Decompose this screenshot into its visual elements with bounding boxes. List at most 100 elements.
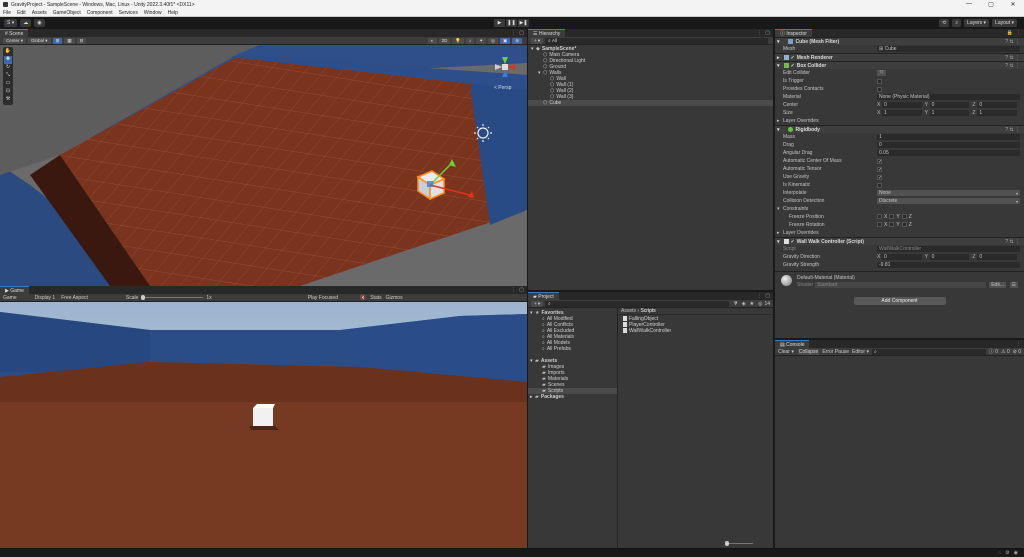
game-viewport[interactable] [0, 302, 527, 548]
filter-icon[interactable]: ⧩ [733, 301, 737, 307]
rb-layer-overrides-row[interactable]: ▸ Layer Overrides [775, 229, 1024, 237]
space-dropdown[interactable]: Global ▾ [28, 37, 51, 44]
game-mode-dropdown[interactable]: Game [3, 295, 17, 301]
error-pause-button[interactable]: Error Pause [822, 349, 849, 355]
foldout-arrow-icon[interactable]: ▾ [777, 63, 780, 69]
step-button[interactable]: ▶❚ [518, 19, 529, 27]
persp-label[interactable]: < Persp [494, 85, 511, 91]
breadcrumb-scripts[interactable]: Scripts [640, 308, 655, 314]
transform-tool-icon[interactable]: ⊡ [4, 88, 12, 96]
mesh-renderer-header[interactable]: ▸ ✓ Mesh Renderer ? ⇅ ⋮ [775, 53, 1024, 61]
scale-slider-thumb[interactable] [141, 295, 146, 300]
menu-assets[interactable]: Assets [32, 10, 47, 16]
freeze-rot-z-checkbox[interactable] [901, 222, 907, 227]
constraints-row[interactable]: ▾ Constraints [775, 205, 1024, 213]
edit-collider-icon[interactable]: ⤧ [877, 70, 886, 76]
tab-project[interactable]: ▰ Project [528, 292, 559, 300]
mute-audio-icon[interactable]: 🔇 [360, 295, 366, 301]
grid-snap-icon[interactable]: ⊞ [52, 37, 63, 44]
gdir-y-field[interactable]: 0 [929, 254, 970, 260]
lock-icon[interactable]: 🔒 [1007, 30, 1013, 36]
scale-slider[interactable] [141, 295, 204, 300]
hand-tool-icon[interactable]: ✋ [4, 48, 12, 56]
add-component-button[interactable]: Add Component [853, 297, 946, 305]
foldout-arrow-icon[interactable]: ▾ [777, 239, 780, 245]
audio-icon[interactable]: ♪ [465, 37, 475, 44]
maximize-button[interactable]: ▢ [980, 1, 1002, 8]
menu-services[interactable]: Services [119, 10, 138, 16]
grid-icon[interactable]: ▦ [64, 37, 75, 44]
script-file-item[interactable]: WallWalkController [623, 328, 769, 334]
collision-dropdown[interactable]: Discrete [877, 198, 1020, 204]
component-controls[interactable]: ? ⇅ ⋮ [1005, 63, 1020, 69]
collapse-button[interactable]: Collapse [797, 348, 820, 355]
menu-edit[interactable]: Edit [17, 10, 26, 16]
menu-file[interactable]: File [3, 10, 11, 16]
hierarchy-search-input[interactable]: ⌕ All [545, 37, 768, 44]
console-log-area[interactable] [775, 356, 1024, 548]
rigidbody-header[interactable]: ▾ Rigidbody ? ⇅ ⋮ [775, 125, 1024, 133]
more-icon[interactable]: ⋮ [1016, 341, 1021, 347]
center-y-field[interactable]: 0 [929, 102, 970, 108]
more-icon[interactable]: ⋮ [1016, 30, 1021, 36]
label-icon[interactable]: ◈ [742, 301, 746, 307]
auto-tensor-checkbox[interactable]: ✓ [877, 166, 882, 172]
wall-walk-header[interactable]: ▾ ✓ Wall Walk Controller (Script) ? ⇅ ⋮ [775, 237, 1024, 245]
gizmos-icon[interactable]: ⊕ [512, 37, 522, 44]
stats-button[interactable]: Stats [370, 295, 381, 301]
editor-dropdown[interactable]: Editor ▾ [852, 349, 869, 355]
tab-scene[interactable]: # Scene [0, 29, 29, 37]
freeze-rot-y-checkbox[interactable] [889, 222, 895, 227]
console-search-input[interactable]: ⌕ [871, 348, 986, 355]
angular-drag-field[interactable]: 0.05 [877, 150, 1020, 156]
display-dropdown[interactable]: Display 1 [35, 295, 56, 301]
shader-list-button[interactable]: ☰ [1009, 282, 1018, 288]
maximize-icon[interactable]: ▢ [765, 30, 770, 36]
layer-overrides-row[interactable]: ▸ Layer Overrides [775, 117, 1024, 125]
more-icon[interactable]: ⋮ [757, 293, 762, 299]
center-z-field[interactable]: 0 [977, 102, 1018, 108]
scene-viewport[interactable]: ✋ ✥ ↻ ⤡ ▭ ⊡ ⚒ < Persp [0, 45, 527, 286]
snap-icon[interactable]: ⊟ [76, 37, 87, 44]
foldout-arrow-icon[interactable]: ▸ [777, 55, 780, 61]
gravity-strength-field[interactable]: -9.81 [877, 262, 1020, 268]
error-count[interactable]: ⊘ 0 [1013, 349, 1021, 355]
minimize-button[interactable]: — [958, 1, 980, 8]
more-icon[interactable]: ⋮ [757, 30, 762, 36]
cache-icon[interactable]: ⚙ [1005, 550, 1009, 556]
project-search-input[interactable]: ⌕ [545, 300, 730, 307]
maximize-icon[interactable]: ▢ [765, 293, 770, 299]
mass-field[interactable]: 1 [877, 134, 1020, 140]
foldout-arrow-icon[interactable]: ▾ [777, 127, 780, 133]
size-z-field[interactable]: 1 [977, 110, 1018, 116]
rect-tool-icon[interactable]: ▭ [4, 80, 12, 88]
menu-window[interactable]: Window [144, 10, 162, 16]
star-icon[interactable]: ★ [750, 301, 754, 307]
menu-component[interactable]: Component [87, 10, 113, 16]
maximize-icon[interactable]: ▢ [519, 30, 524, 36]
aspect-dropdown[interactable]: Free Aspect [61, 295, 88, 301]
gdir-z-field[interactable]: 0 [977, 254, 1018, 260]
tab-hierarchy[interactable]: ☰ Hierarchy [528, 29, 566, 37]
notification-icon[interactable]: ◉ [1014, 550, 1018, 556]
freeze-pos-z-checkbox[interactable] [901, 214, 907, 219]
more-icon[interactable]: ⋮ [511, 287, 516, 293]
freeze-rot-x-checkbox[interactable] [877, 222, 882, 227]
clear-button[interactable]: Clear ▾ [778, 349, 794, 355]
hidden-objects-icon[interactable]: ◎ [488, 37, 498, 44]
freeze-pos-y-checkbox[interactable] [889, 214, 895, 219]
shader-edit-button[interactable]: Edit... [989, 282, 1006, 288]
tab-game[interactable]: ▶ Game [0, 286, 29, 294]
material-field[interactable]: None (Physic Material) [877, 94, 1020, 100]
size-y-field[interactable]: 1 [929, 110, 970, 116]
freeze-pos-x-checkbox[interactable] [877, 214, 882, 219]
component-controls[interactable]: ? ⇅ ⋮ [1005, 127, 1020, 133]
move-tool-icon[interactable]: ✥ [4, 56, 12, 64]
account-button[interactable]: S ▾ [4, 19, 18, 27]
search-icon[interactable]: ⌕ [952, 19, 962, 27]
gdir-x-field[interactable]: 0 [882, 254, 922, 260]
menu-gameobject[interactable]: GameObject [53, 10, 81, 16]
provides-contacts-checkbox[interactable] [877, 86, 882, 92]
center-x-field[interactable]: 0 [882, 102, 922, 108]
shader-dropdown[interactable]: Standard [815, 282, 986, 288]
